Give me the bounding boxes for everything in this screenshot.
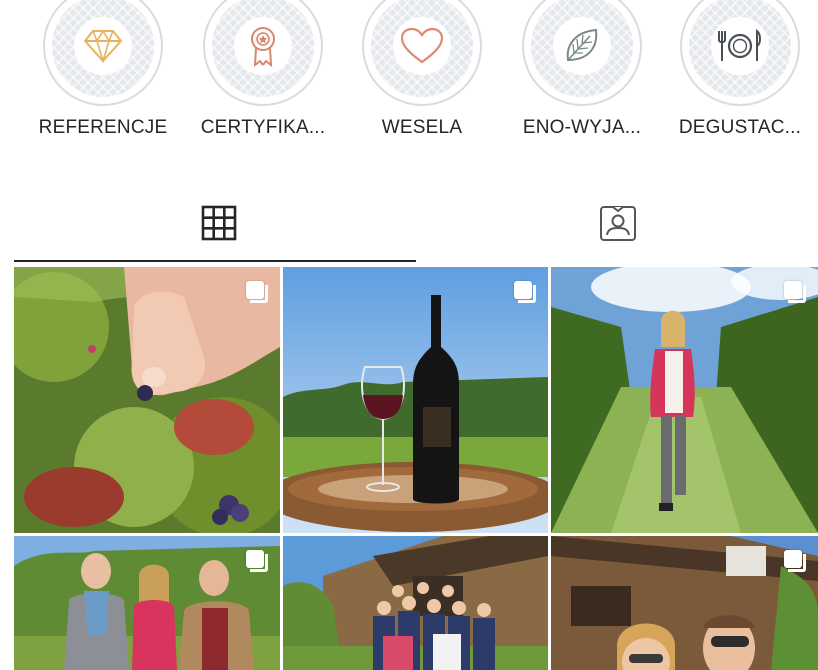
multiple-photos-icon [246, 550, 268, 572]
leaf-icon [566, 28, 598, 62]
post-image [283, 267, 548, 533]
highlight-ring [43, 0, 163, 106]
multiple-photos-icon [784, 550, 806, 572]
highlight-label: DEGUSTAC... [678, 117, 802, 138]
highlight-label: WESELA [381, 117, 463, 138]
diamond-icon [83, 29, 123, 63]
highlight-label: ENO-WYJA... [522, 117, 642, 138]
post-tile[interactable] [551, 536, 818, 670]
multiple-photos-icon [784, 281, 806, 303]
highlight-ring [362, 0, 482, 106]
posts-grid [14, 267, 818, 670]
grid-icon [201, 205, 236, 241]
highlight-wesela[interactable]: WESELA [357, 0, 487, 139]
profile-tabs [0, 185, 818, 263]
heart-icon [400, 27, 444, 64]
post-tile[interactable] [551, 267, 818, 533]
highlight-certyfikaty[interactable]: CERTYFIKA... [198, 0, 328, 139]
award-ribbon-icon [251, 27, 275, 67]
highlight-label: REFERENCJE [38, 117, 168, 138]
cutlery-plate-icon [718, 28, 761, 61]
post-tile[interactable] [283, 267, 548, 533]
highlight-ring [680, 0, 800, 106]
post-image [551, 267, 818, 533]
post-tile[interactable] [14, 267, 280, 533]
highlight-ring [522, 0, 642, 106]
selected-tab-indicator [14, 260, 416, 262]
post-tile[interactable] [283, 536, 548, 670]
tagged-person-icon [599, 206, 636, 241]
post-image [551, 536, 818, 670]
post-image [14, 267, 280, 533]
post-image [283, 536, 548, 670]
highlight-eno-wyjazdy[interactable]: ENO-WYJA... [517, 0, 647, 139]
tab-tagged[interactable] [413, 185, 818, 261]
multiple-photos-icon [246, 281, 268, 303]
highlight-label: CERTYFIKA... [200, 117, 326, 138]
post-tile[interactable] [14, 536, 280, 670]
post-image [14, 536, 280, 670]
tab-posts-grid[interactable] [14, 185, 423, 261]
highlight-degustacje[interactable]: DEGUSTAC... [675, 0, 805, 139]
multiple-photos-icon [514, 281, 536, 303]
story-highlights: REFERENCJE CERTYFIKA... WESELA ENO-WYJA.… [0, 0, 818, 160]
highlight-ring [203, 0, 323, 106]
highlight-referencje[interactable]: REFERENCJE [38, 0, 168, 139]
